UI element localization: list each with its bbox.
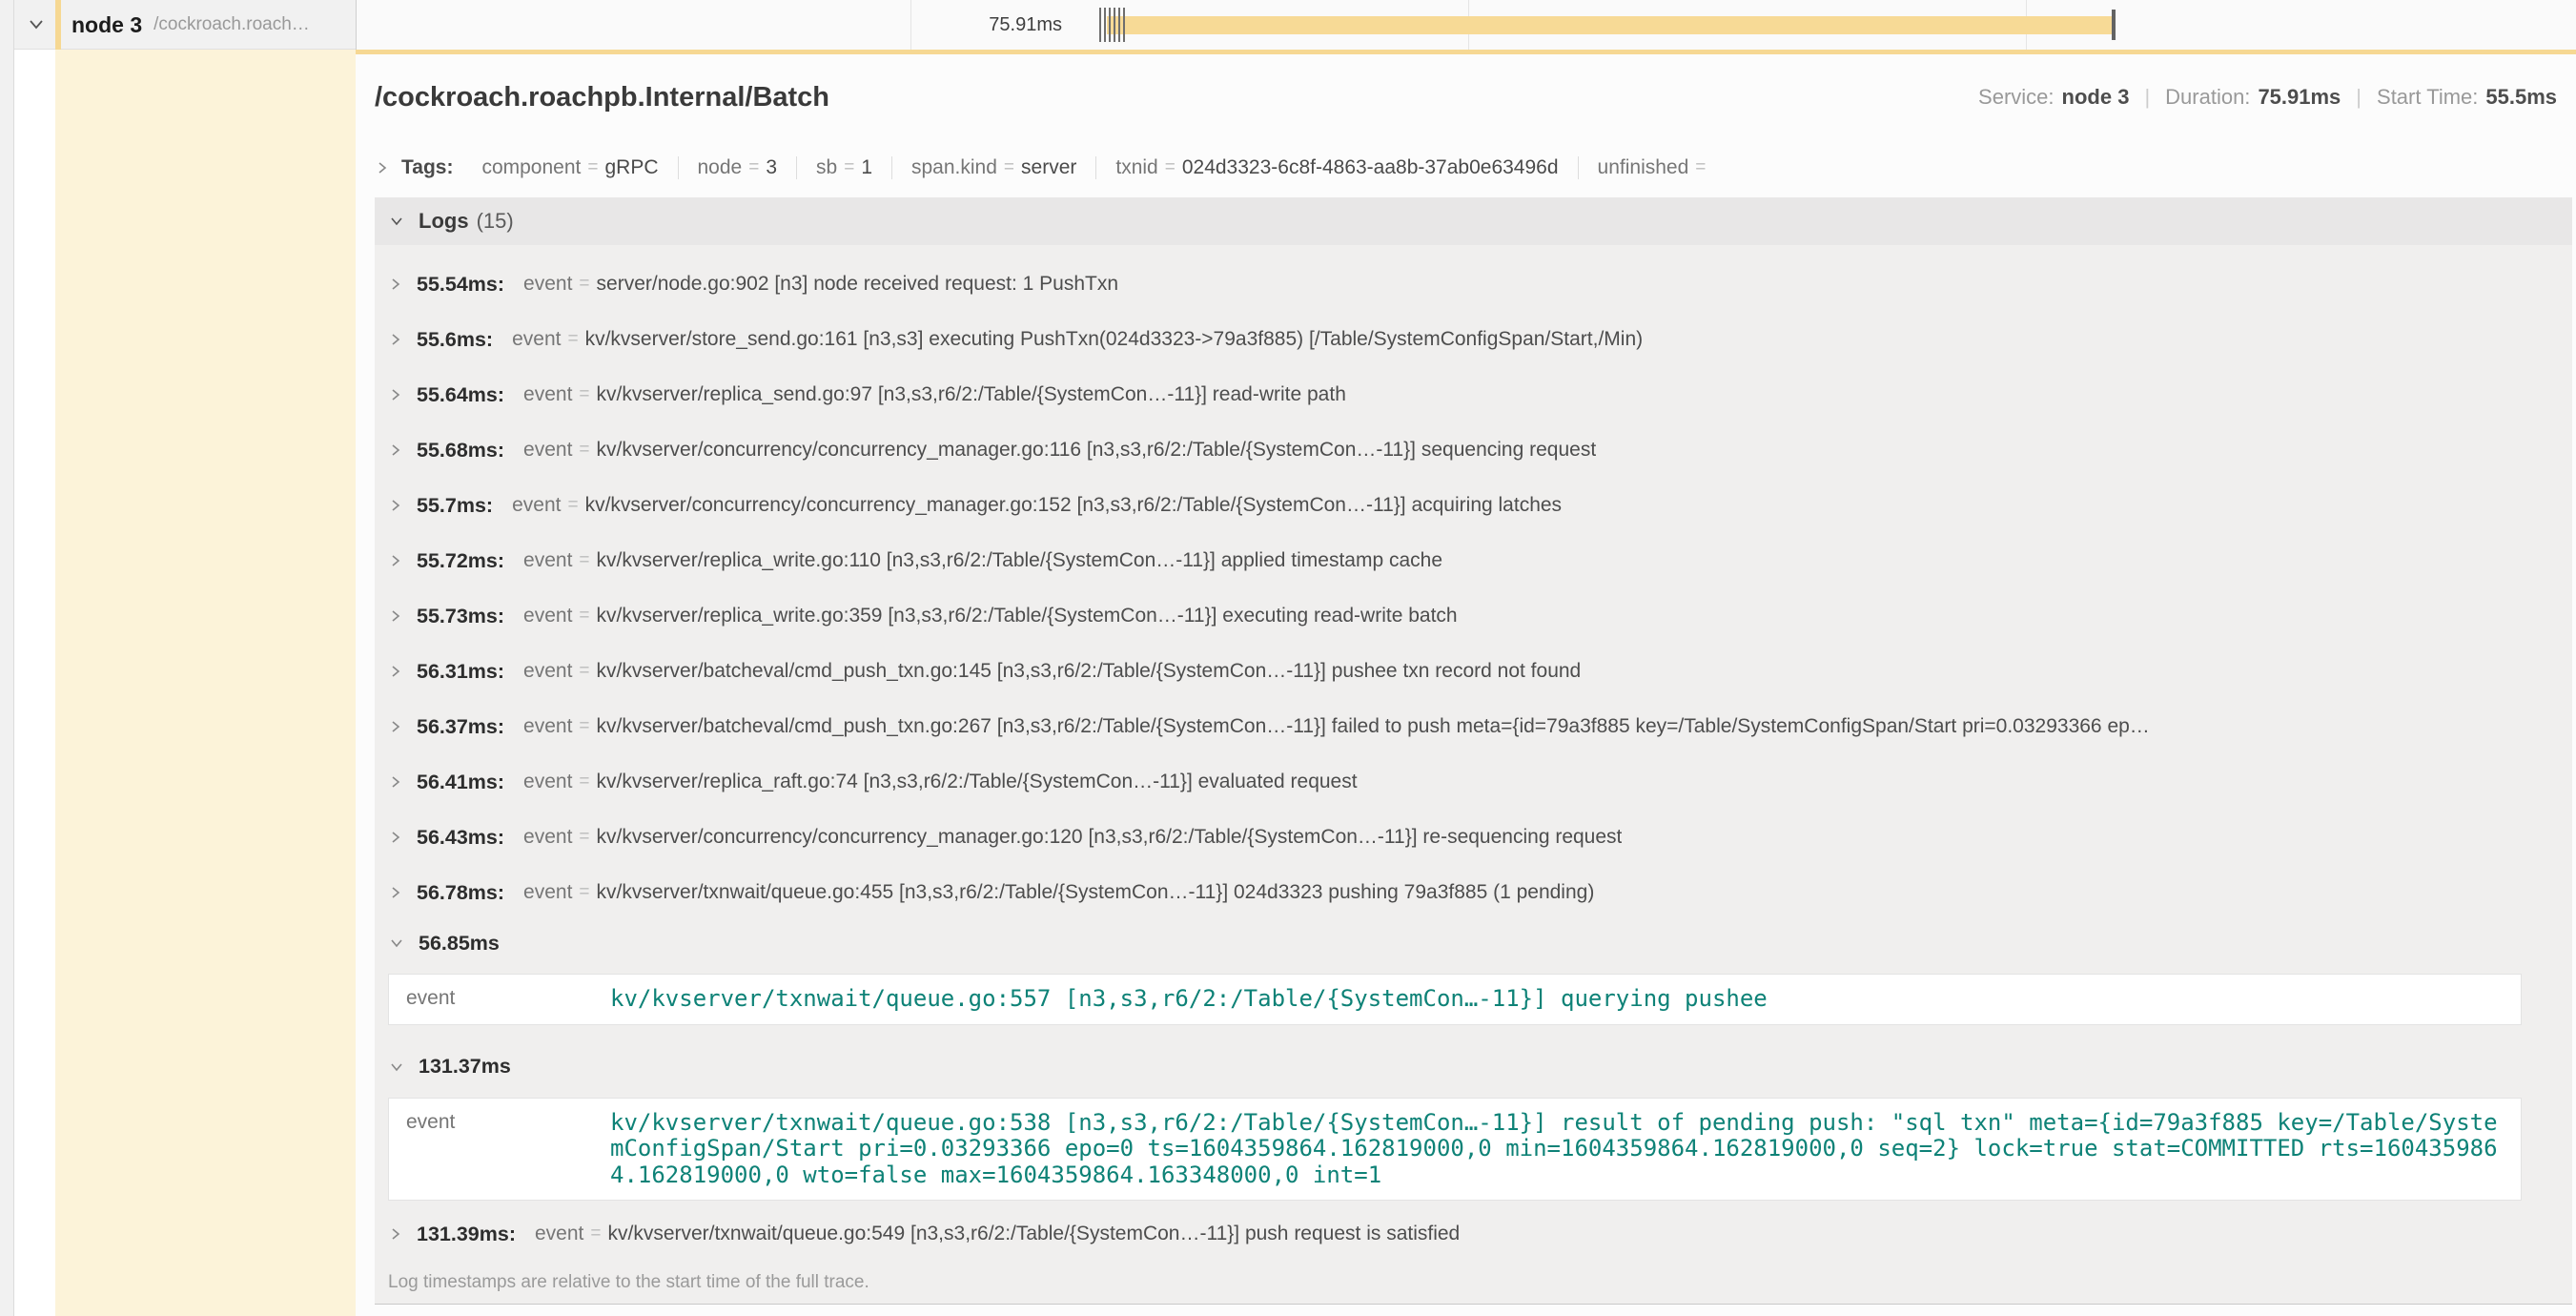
stats-divider: | bbox=[2356, 85, 2361, 110]
tag-component: component=gRPC bbox=[462, 156, 677, 179]
log-field-value: kv/kvserver/txnwait/queue.go:538 [n3,s3,… bbox=[610, 1110, 2521, 1189]
chevron-right-icon bbox=[388, 497, 403, 514]
chevron-right-icon bbox=[388, 1225, 403, 1243]
chevron-right-icon bbox=[388, 607, 403, 625]
left-gutter bbox=[0, 0, 14, 1316]
tag-unfinished: unfinished= bbox=[1578, 156, 1732, 179]
span-duration-bar[interactable] bbox=[1107, 16, 2115, 34]
span-name-texts: node 3 /cockroach.roach… bbox=[72, 0, 350, 50]
chevron-right-icon bbox=[388, 552, 403, 569]
log-row[interactable]: 56.78ms: event = kv/kvserver/txnwait/que… bbox=[375, 865, 2572, 920]
collapse-span-chevron-down-icon[interactable] bbox=[26, 16, 47, 33]
chevron-right-icon bbox=[388, 718, 403, 735]
tags-accordion[interactable]: Tags: component=gRPC node=3 sb=1 span.ki… bbox=[375, 150, 2572, 186]
logs-chevron-down-icon[interactable] bbox=[388, 214, 405, 229]
span-color-accent bbox=[55, 0, 61, 50]
chevron-down-icon bbox=[388, 1059, 405, 1075]
log-row[interactable]: 56.43ms: event = kv/kvserver/concurrency… bbox=[375, 810, 2572, 865]
chevron-right-icon bbox=[388, 331, 403, 348]
log-row[interactable]: 56.41ms: event = kv/kvserver/replica_raf… bbox=[375, 754, 2572, 810]
log-row[interactable]: 55.64ms: event = kv/kvserver/replica_sen… bbox=[375, 367, 2572, 422]
log-tick-mark bbox=[1109, 8, 1111, 42]
logs-body: 55.54ms: event = server/node.go:902 [n3]… bbox=[375, 245, 2572, 1304]
chevron-right-icon bbox=[388, 663, 403, 680]
span-duration-label: 75.91ms bbox=[907, 0, 1062, 50]
log-field-value: kv/kvserver/txnwait/queue.go:557 [n3,s3,… bbox=[610, 986, 2521, 1013]
logs-section: Logs (15) 55.54ms: event = server/node.g… bbox=[375, 197, 2572, 1305]
log-row[interactable]: 131.39ms: event = kv/kvserver/txnwait/qu… bbox=[375, 1206, 2572, 1262]
log-row-expanded-header[interactable]: 131.37ms bbox=[375, 1046, 2572, 1088]
duration-label: Duration: bbox=[2165, 85, 2250, 110]
log-row[interactable]: 55.7ms: event = kv/kvserver/concurrency/… bbox=[375, 478, 2572, 533]
start-time-label: Start Time: bbox=[2377, 85, 2478, 110]
span-service-name: node 3 bbox=[72, 12, 142, 38]
tag-txnid: txnid=024d3323-6c8f-4863-aa8b-37ab0e6349… bbox=[1095, 156, 1577, 179]
detail-title-row: /cockroach.roachpb.Internal/Batch Servic… bbox=[375, 73, 2572, 121]
log-row-expanded-header[interactable]: 56.85ms bbox=[375, 922, 2572, 964]
logs-title: Logs bbox=[419, 209, 469, 234]
start-time-value: 55.5ms bbox=[2485, 85, 2557, 110]
log-row[interactable]: 55.72ms: event = kv/kvserver/replica_wri… bbox=[375, 533, 2572, 588]
log-tick-mark bbox=[1123, 8, 1125, 42]
tags-chevron-right-icon[interactable] bbox=[375, 159, 390, 176]
log-row[interactable]: 55.6ms: event = kv/kvserver/store_send.g… bbox=[375, 312, 2572, 367]
span-row-highlight-column bbox=[55, 50, 356, 1316]
span-detail-panel: /cockroach.roachpb.Internal/Batch Servic… bbox=[356, 54, 2576, 1316]
span-name-cell[interactable]: node 3 /cockroach.roach… bbox=[14, 0, 356, 50]
span-stats: Service: node 3 | Duration: 75.91ms | St… bbox=[1978, 85, 2557, 110]
tags-label: Tags: bbox=[401, 156, 453, 179]
tag-node: node=3 bbox=[678, 156, 797, 179]
chevron-right-icon bbox=[388, 829, 403, 846]
log-row[interactable]: 56.37ms: event = kv/kvserver/batcheval/c… bbox=[375, 699, 2572, 754]
tag-sb: sb=1 bbox=[796, 156, 891, 179]
log-row[interactable]: 55.54ms: event = server/node.go:902 [n3]… bbox=[375, 257, 2572, 312]
service-label: Service: bbox=[1978, 85, 2054, 110]
log-field-key: event bbox=[389, 1110, 610, 1189]
service-value: node 3 bbox=[2062, 85, 2130, 110]
log-row[interactable]: 55.73ms: event = kv/kvserver/replica_wri… bbox=[375, 588, 2572, 644]
log-row[interactable]: 56.31ms: event = kv/kvserver/batcheval/c… bbox=[375, 644, 2572, 699]
trace-detail-view: node 3 /cockroach.roach… 75.91ms /cockro… bbox=[0, 0, 2576, 1316]
chevron-right-icon bbox=[388, 884, 403, 901]
chevron-right-icon bbox=[388, 773, 403, 791]
duration-value: 75.91ms bbox=[2258, 85, 2341, 110]
logs-accordion-header[interactable]: Logs (15) bbox=[375, 197, 2572, 245]
log-tick-cluster-end bbox=[2112, 10, 2116, 40]
tag-span-kind: span.kind=server bbox=[891, 156, 1095, 179]
log-field-key: event bbox=[389, 986, 610, 1013]
logs-footer-note: Log timestamps are relative to the start… bbox=[375, 1262, 2572, 1304]
chevron-right-icon bbox=[388, 442, 403, 459]
span-operation-name: /cockroach.roach… bbox=[153, 14, 310, 35]
log-tick-mark bbox=[1104, 8, 1106, 42]
stats-divider: | bbox=[2144, 85, 2150, 110]
span-timeline-row[interactable]: 75.91ms bbox=[356, 0, 2576, 50]
log-detail-table: event kv/kvserver/txnwait/queue.go:538 [… bbox=[388, 1098, 2522, 1202]
chevron-right-icon bbox=[388, 276, 403, 293]
log-tick-mark bbox=[1099, 8, 1101, 42]
log-tick-mark bbox=[1114, 8, 1115, 42]
chevron-down-icon bbox=[388, 936, 405, 951]
logs-count: (15) bbox=[477, 209, 514, 234]
log-tick-mark bbox=[1118, 8, 1120, 42]
chevron-right-icon bbox=[388, 386, 403, 403]
log-detail-table: event kv/kvserver/txnwait/queue.go:557 [… bbox=[388, 974, 2522, 1025]
operation-title: /cockroach.roachpb.Internal/Batch bbox=[375, 82, 829, 113]
log-row[interactable]: 55.68ms: event = kv/kvserver/concurrency… bbox=[375, 422, 2572, 478]
